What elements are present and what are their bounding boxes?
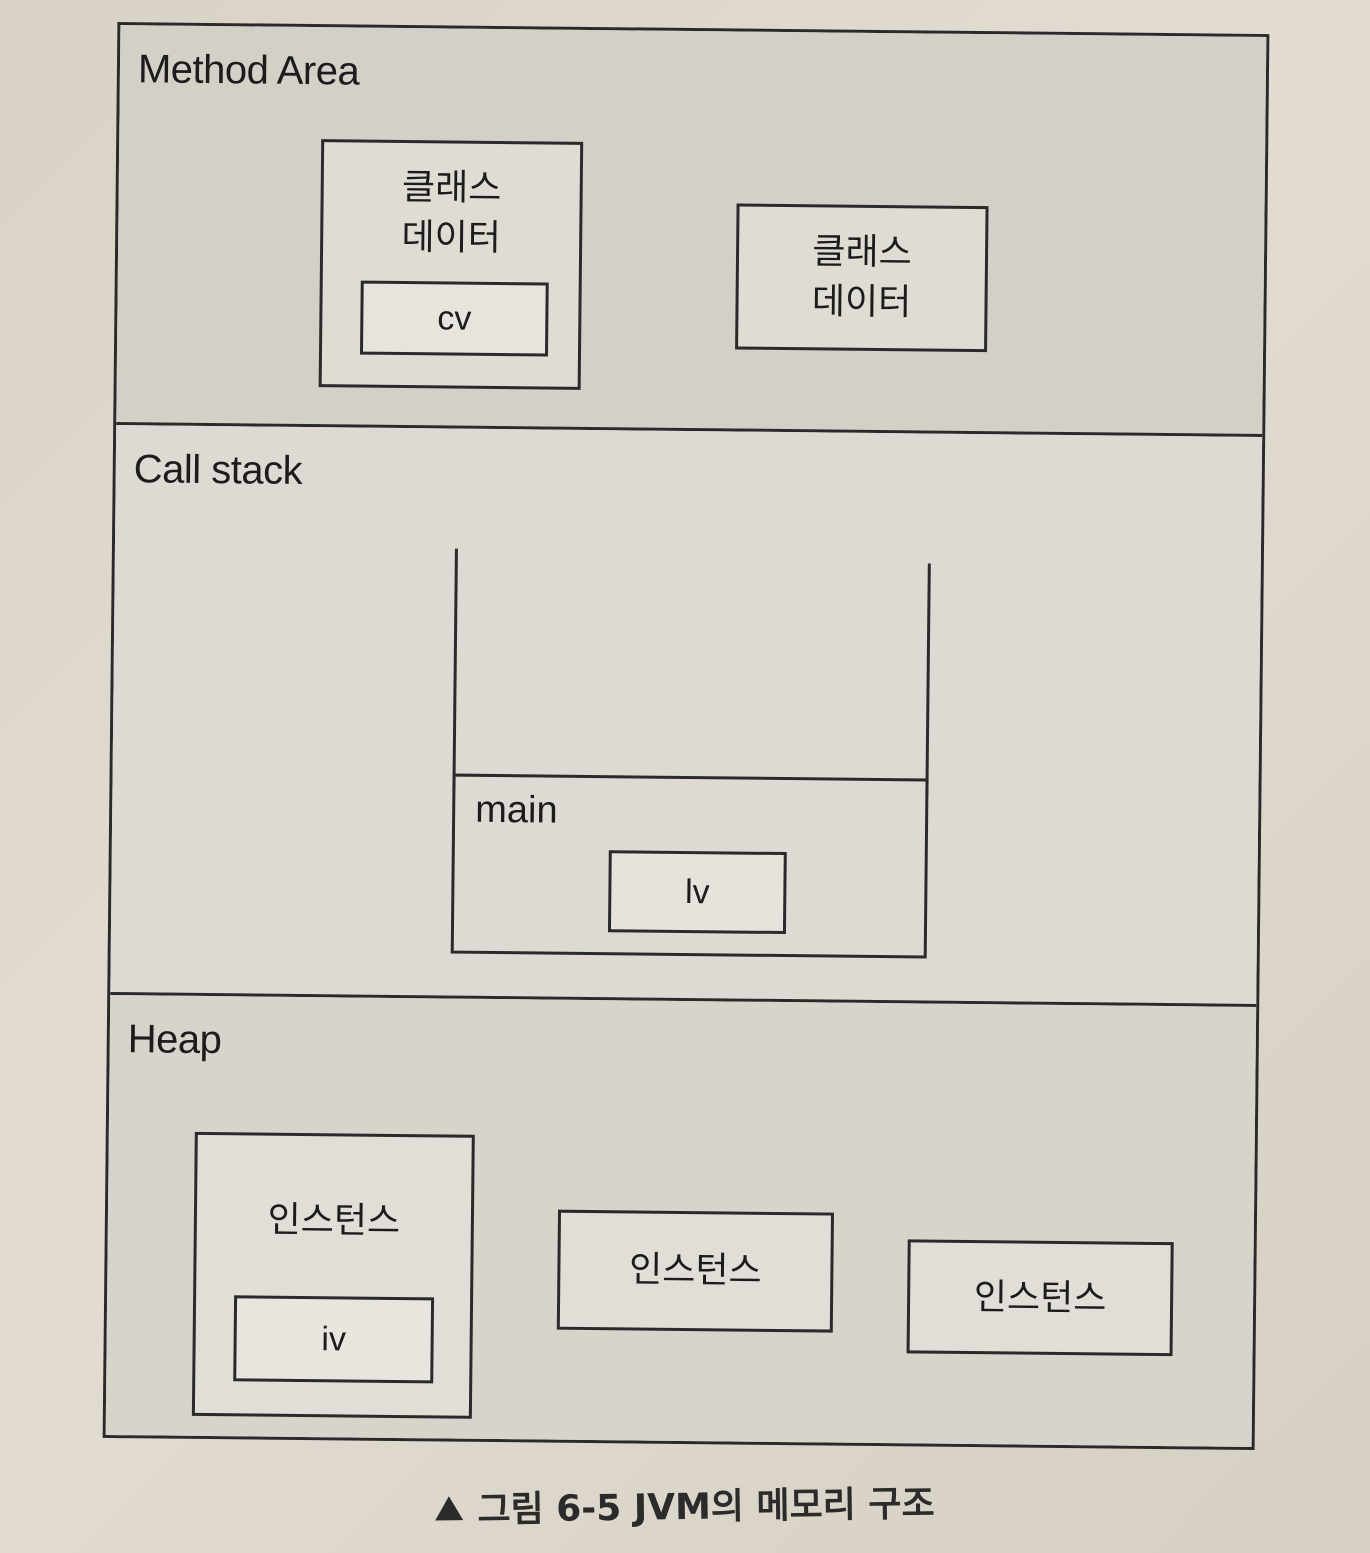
instance-label-3: 인스턴스 bbox=[973, 1277, 1107, 1320]
method-area-title: Method Area bbox=[137, 47, 360, 94]
instance-box-2: 인스턴스 bbox=[556, 1209, 835, 1333]
class-data-label-2: 클래스 데이터 bbox=[811, 231, 912, 324]
call-stack-title: Call stack bbox=[133, 447, 303, 493]
instance-label-2: 인스턴스 bbox=[628, 1249, 762, 1292]
main-frame-label: main bbox=[474, 788, 558, 832]
method-area-section: Method Area 클래스 데이터 cv 클래스 데이터 bbox=[116, 25, 1267, 438]
iv-box: iv bbox=[233, 1295, 435, 1384]
class-data-box-2: 클래스 데이터 bbox=[735, 203, 989, 353]
lv-label: lv bbox=[684, 872, 710, 911]
heap-title: Heap bbox=[127, 1017, 222, 1063]
instance-box-3: 인스턴스 bbox=[906, 1239, 1174, 1357]
stack-right-wall bbox=[925, 563, 931, 794]
jvm-memory-diagram: Method Area 클래스 데이터 cv 클래스 데이터 Call stac… bbox=[102, 22, 1270, 1450]
lv-box: lv bbox=[607, 850, 787, 935]
figure-caption: 그림 6-5 JVM의 메모리 구조 bbox=[0, 1468, 1370, 1539]
instance-label-1: 인스턴스 bbox=[267, 1199, 401, 1243]
iv-label: iv bbox=[321, 1319, 347, 1358]
class-data-label-1: 클래스 데이터 bbox=[401, 166, 502, 260]
class-data-box-1: 클래스 데이터 cv bbox=[318, 139, 584, 390]
stack-left-wall bbox=[452, 548, 458, 789]
heap-section: Heap 인스턴스 iv 인스턴스 인스턴스 bbox=[105, 994, 1257, 1447]
cv-box: cv bbox=[359, 280, 549, 357]
instance-box-1: 인스턴스 iv bbox=[191, 1131, 475, 1419]
caption-text: 그림 6-5 JVM의 메모리 구조 bbox=[477, 1483, 935, 1531]
triangle-icon bbox=[435, 1496, 464, 1521]
cv-label: cv bbox=[437, 298, 472, 338]
main-stack-frame: main lv bbox=[450, 773, 929, 959]
call-stack-section: Call stack main lv bbox=[110, 425, 1263, 1007]
